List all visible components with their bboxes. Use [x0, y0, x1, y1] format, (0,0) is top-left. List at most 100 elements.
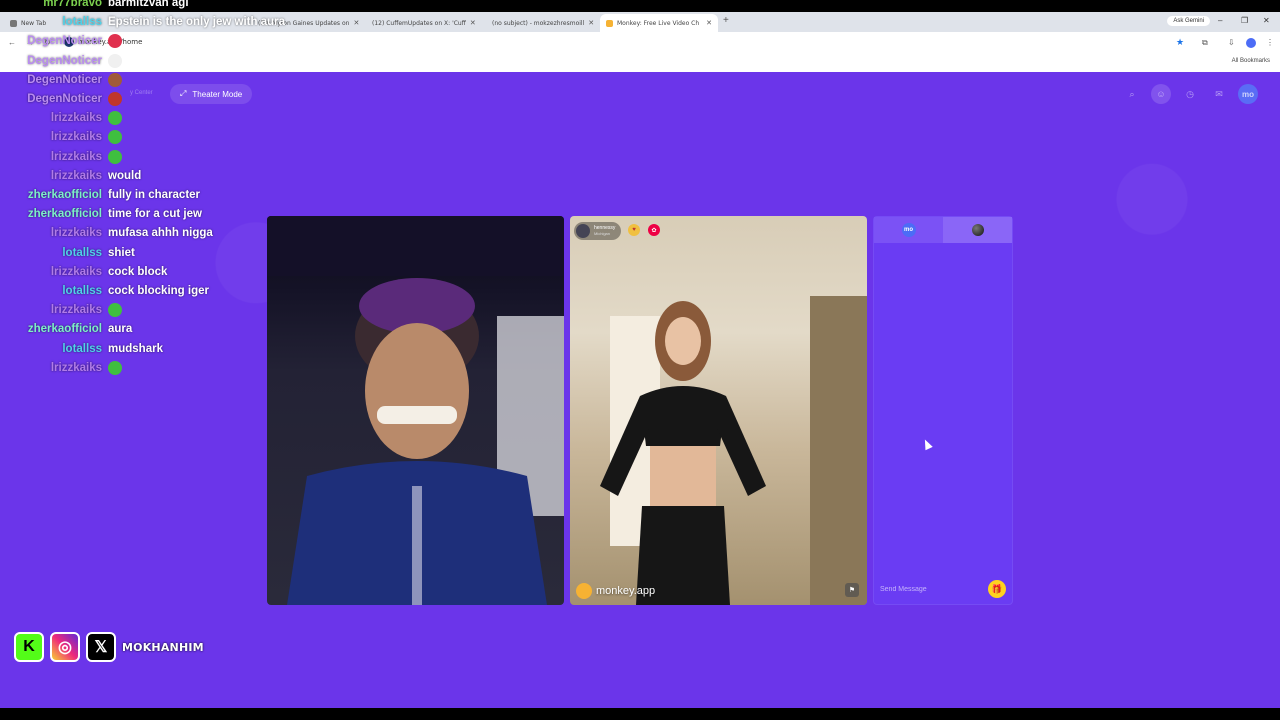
stream-chat-username: lotallss: [62, 16, 102, 29]
rose-badge-icon[interactable]: ✿: [648, 224, 660, 236]
chat-emote-icon: [108, 360, 122, 375]
stream-chat-line: DegenNoticer: [0, 32, 122, 50]
tab-gmail[interactable]: (no subject) - mokzezhresmoill ✕: [482, 14, 598, 32]
stream-chat-username: lotallss: [62, 246, 102, 259]
stream-chat-username: DegenNoticer: [27, 73, 102, 86]
stream-chat-line: DegenNoticer: [0, 90, 122, 108]
stream-chat-line: zherkaofficiol aura: [0, 320, 132, 338]
tab-x-cuffem[interactable]: (12) CuffemUpdates on X: 'Cuff ✕: [362, 14, 480, 32]
stream-chat-line: lrizzkaiks: [0, 301, 122, 319]
chat-emote-icon: [108, 92, 122, 106]
social-handle: MOKHANHIM: [122, 640, 204, 654]
monkey-watermark: monkey.app: [576, 583, 655, 599]
partner-location: Michigan: [594, 231, 611, 237]
messages-icon[interactable]: ✉: [1209, 84, 1229, 104]
partner-info: hennessy Michigan: [594, 225, 615, 237]
stream-chat-message: aura: [108, 323, 133, 336]
monkey-logo-icon: [576, 583, 592, 599]
stream-chat-line: lotallss Epstein is the only jew with aur…: [0, 13, 285, 31]
stream-chat-line: lotallss cock blocking iger: [0, 282, 209, 300]
chat-tabs: mo: [874, 217, 1012, 243]
new-tab-plus-icon[interactable]: +: [723, 15, 729, 26]
stream-chat-username: DegenNoticer: [27, 35, 102, 48]
heart-badge-icon[interactable]: ♥: [628, 224, 640, 236]
ask-gemini-button[interactable]: Ask Gemini: [1167, 16, 1210, 26]
close-tab-icon[interactable]: ✕: [470, 19, 476, 27]
chat-emote-icon: [108, 72, 122, 87]
tab-label: (no subject) - mokzezhresmoill: [492, 19, 585, 27]
minimize-icon[interactable]: –: [1218, 16, 1222, 25]
stream-chat-username: lotallss: [62, 285, 102, 297]
stream-chat-message: time for a cut jew: [108, 208, 202, 221]
menu-kebab-icon[interactable]: ⋮: [1266, 38, 1274, 47]
user-avatar[interactable]: mo: [1238, 84, 1258, 104]
downloads-icon[interactable]: ⇩: [1228, 38, 1235, 47]
stream-chat-username: lrizzkaiks: [50, 169, 102, 182]
all-bookmarks-link[interactable]: All Bookmarks: [1232, 58, 1270, 64]
stream-chat-line: lrizzkaiks: [0, 359, 122, 377]
stream-chat-line: DegenNoticer: [0, 71, 122, 89]
send-row: 🎁: [874, 574, 1012, 604]
stream-chat-line: zherkaofficiol time for a cut jew: [0, 205, 202, 223]
stream-chat-username: DegenNoticer: [27, 54, 102, 67]
stream-chat-line: DegenNoticer: [0, 52, 122, 70]
streamer-video-figure: [267, 216, 564, 605]
close-tab-icon[interactable]: ✕: [706, 19, 712, 27]
stream-chat-message: fully in character: [108, 189, 201, 201]
close-tab-icon[interactable]: ✕: [588, 19, 594, 27]
stream-chat-message: barmitzvah agi: [108, 0, 189, 9]
stream-chat-username: lrizzkaiks: [50, 227, 102, 240]
stream-chat-message: mufasa ahhh nigga: [108, 227, 213, 240]
chat-panel: mo 🎁: [873, 216, 1013, 605]
self-video: [267, 216, 564, 605]
stream-chat-message: cock block: [108, 265, 168, 278]
history-icon[interactable]: ◷: [1180, 84, 1200, 104]
stream-chat-line: lotallss mudshark: [0, 340, 163, 358]
stream-chat-username: lotallss: [62, 342, 102, 355]
stream-chat-line: lrizzkaiks: [0, 148, 122, 166]
stream-chat-line: lrizzkaiks: [0, 128, 122, 146]
watermark-text: monkey.app: [596, 585, 656, 597]
extensions-icon[interactable]: ⧉: [1202, 38, 1208, 48]
chat-emote-icon: [108, 149, 122, 164]
restore-icon[interactable]: ❐: [1241, 16, 1248, 25]
monkey-favicon-icon: [606, 19, 613, 27]
stream-chat-message: mudshark: [108, 342, 163, 355]
partner-video-figure: [600, 296, 867, 605]
tab-label: Monkey: Free Live Video Ch: [617, 19, 700, 27]
stream-chat-username: zherkaofficiol: [27, 208, 102, 221]
stream-chat-username: zherkaofficiol: [27, 323, 102, 336]
chat-emote-icon: [108, 34, 122, 49]
stream-chat-message: would: [108, 169, 142, 182]
chat-tab-avatar: mo: [901, 223, 916, 237]
tab-monkey[interactable]: Monkey: Free Live Video Ch ✕: [600, 14, 718, 32]
chat-emote-icon: [108, 303, 122, 318]
bottom-strip: [0, 708, 1280, 720]
profile-avatar-icon[interactable]: [1246, 38, 1256, 48]
monkey-face-icon[interactable]: ☺: [1151, 84, 1171, 104]
search-icon[interactable]: ⌕: [1122, 84, 1142, 104]
report-icon[interactable]: ⚑: [845, 583, 859, 597]
partner-video: hennessy Michigan ♥ ✿ monkey.app ⚑: [570, 216, 867, 605]
stream-chat-message: shiet: [108, 246, 135, 259]
stream-chat-username: lrizzkaiks: [50, 361, 102, 374]
partner-profile-tag[interactable]: hennessy Michigan: [574, 222, 622, 240]
chat-tab-self[interactable]: mo: [874, 217, 943, 243]
chat-emote-icon: [108, 53, 122, 68]
stream-chat-username: lrizzkaiks: [50, 304, 102, 317]
socials-bar: K ◎ 𝕏 MOKHANHIM: [14, 632, 204, 662]
stream-chat-username: lrizzkaiks: [50, 131, 102, 144]
close-window-icon[interactable]: ✕: [1263, 16, 1270, 25]
stream-chat-line: mr77bravo barmitzvah agi: [0, 0, 189, 12]
bookmark-star-icon[interactable]: ★: [1176, 37, 1184, 48]
instagram-logo-icon: ◎: [50, 632, 80, 662]
close-tab-icon[interactable]: ✕: [353, 19, 359, 27]
chat-tab-partner[interactable]: [943, 217, 1012, 243]
send-message-input[interactable]: [880, 585, 988, 593]
stream-chat-line: lrizzkaiks would: [0, 167, 141, 185]
stream-chat-line: lrizzkaiks cock block: [0, 263, 168, 281]
stream-chat-message: Epstein is the only jew with aura: [108, 16, 286, 29]
partner-avatar: [576, 224, 590, 238]
gift-icon[interactable]: 🎁: [988, 580, 1006, 598]
stream-chat-line: lrizzkaiks: [0, 109, 122, 127]
